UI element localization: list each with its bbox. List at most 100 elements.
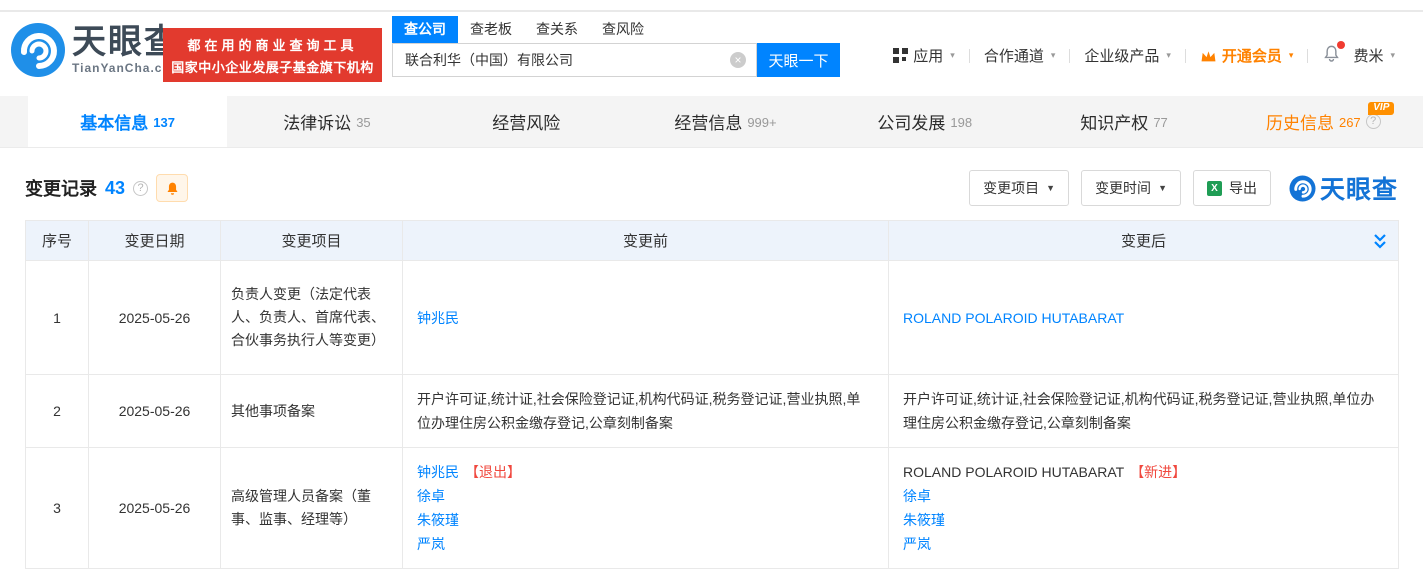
nav-tab-label: 历史信息 bbox=[1266, 109, 1334, 134]
tianyancha-logo[interactable]: 天眼查 TianYanCha.com bbox=[10, 22, 182, 78]
col-header-after: 变更后 bbox=[889, 221, 1399, 261]
cell-no: 3 bbox=[26, 448, 89, 569]
cell-date: 2025-05-26 bbox=[89, 375, 221, 448]
cell-line: 徐卓 bbox=[903, 484, 1384, 508]
chevron-down-icon: ▾ bbox=[950, 50, 955, 61]
search-tab-查风险[interactable]: 查风险 bbox=[590, 16, 656, 43]
nav-tab-公司发展[interactable]: 公司发展 198 bbox=[825, 96, 1024, 147]
status-tag: 【新进】 bbox=[1130, 464, 1186, 480]
search-input[interactable] bbox=[393, 52, 730, 68]
excel-icon: X bbox=[1207, 181, 1222, 196]
cell-line: 朱筱瑾 bbox=[417, 508, 874, 532]
menu-apps[interactable]: 应用 ▾ bbox=[893, 45, 955, 66]
filter-change-time-dropdown[interactable]: 变更时间 ▼ bbox=[1081, 170, 1181, 206]
nav-tab-经营信息[interactable]: 经营信息 999+ bbox=[626, 96, 825, 147]
nav-tab-label: 经营信息 bbox=[674, 109, 742, 134]
clear-icon[interactable]: × bbox=[730, 52, 746, 68]
col-header-before: 变更前 bbox=[403, 221, 889, 261]
bell-icon bbox=[165, 181, 180, 196]
nav-tab-count: 198 bbox=[950, 115, 972, 130]
watermark-logo: 天眼查 bbox=[1289, 170, 1398, 206]
person-link[interactable]: 严岚 bbox=[417, 536, 445, 552]
col-header-no: 序号 bbox=[26, 221, 89, 261]
search-tab-查老板[interactable]: 查老板 bbox=[458, 16, 524, 43]
cell-before: 钟兆民【退出】徐卓朱筱瑾严岚 bbox=[403, 448, 889, 569]
chevron-down-icon: ▾ bbox=[1289, 50, 1294, 61]
chevron-down-icon: ▾ bbox=[1051, 50, 1056, 61]
cell-before: 开户许可证,统计证,社会保险登记证,机构代码证,税务登记证,营业执照,单位办理住… bbox=[403, 375, 889, 448]
notification-bell[interactable] bbox=[1322, 44, 1341, 67]
help-icon[interactable]: ? bbox=[1366, 114, 1381, 129]
collapse-double-chevron-icon[interactable] bbox=[1372, 233, 1388, 250]
cell-line: ROLAND POLAROID HUTABARAT 【新进】 bbox=[903, 460, 1384, 484]
table-header-row: 序号 变更日期 变更项目 变更前 变更后 bbox=[26, 221, 1399, 261]
person-link[interactable]: ROLAND POLAROID HUTABARAT bbox=[903, 310, 1124, 326]
cell-line: 钟兆民【退出】 bbox=[417, 460, 874, 484]
tianyancha-swirl-icon bbox=[10, 22, 66, 78]
menu-partner[interactable]: 合作通道 ▾ bbox=[984, 45, 1056, 66]
nav-tab-经营风险[interactable]: 经营风险 bbox=[427, 96, 626, 147]
cell-date: 2025-05-26 bbox=[89, 261, 221, 375]
help-icon[interactable]: ? bbox=[133, 181, 148, 196]
cell-after: 开户许可证,统计证,社会保险登记证,机构代码证,税务登记证,营业执照,单位办理住… bbox=[889, 375, 1399, 448]
cell-line: 徐卓 bbox=[417, 484, 874, 508]
tianyancha-swirl-icon bbox=[1289, 175, 1316, 202]
person-link[interactable]: 徐卓 bbox=[417, 488, 445, 504]
cell-text: 开户许可证,统计证,社会保险登记证,机构代码证,税务登记证,营业执照,单位办理住… bbox=[417, 391, 860, 431]
nav-tab-历史信息[interactable]: 历史信息267VIP? bbox=[1224, 96, 1423, 147]
subscribe-bell-button[interactable] bbox=[156, 174, 188, 202]
nav-tab-基本信息[interactable]: 基本信息137 bbox=[28, 96, 227, 147]
cell-line: 严岚 bbox=[417, 532, 874, 556]
person-link[interactable]: 严岚 bbox=[903, 536, 931, 552]
nav-tab-label: 公司发展 bbox=[877, 109, 945, 134]
nav-tab-知识产权[interactable]: 知识产权77 bbox=[1024, 96, 1223, 147]
person-link[interactable]: 徐卓 bbox=[903, 488, 931, 504]
nav-tab-count: 999+ bbox=[747, 115, 776, 130]
cell-no: 1 bbox=[26, 261, 89, 375]
watermark-brand-text: 天眼查 bbox=[1320, 170, 1398, 206]
table-row: 12025-05-26负责人变更（法定代表人、负责人、首席代表、合伙事务执行人等… bbox=[26, 261, 1399, 375]
col-header-date: 变更日期 bbox=[89, 221, 221, 261]
chevron-down-icon: ▾ bbox=[1390, 50, 1395, 61]
cell-after: ROLAND POLAROID HUTABARAT bbox=[889, 261, 1399, 375]
menu-vip[interactable]: 开通会员 ▾ bbox=[1200, 45, 1294, 66]
slogan-line2: 国家中小企业发展子基金旗下机构 bbox=[171, 57, 374, 76]
cell-before: 钟兆民 bbox=[403, 261, 889, 375]
search-tabs: 查公司查老板查关系查风险 bbox=[392, 19, 656, 43]
nav-tab-count: 77 bbox=[1153, 115, 1167, 130]
table-row: 22025-05-26其他事项备案开户许可证,统计证,社会保险登记证,机构代码证… bbox=[26, 375, 1399, 448]
chevron-down-icon: ▾ bbox=[1166, 50, 1171, 61]
crown-icon bbox=[1200, 49, 1217, 63]
search-box: × bbox=[392, 43, 757, 77]
search-tab-查关系[interactable]: 查关系 bbox=[524, 16, 590, 43]
menu-user[interactable]: 费米 ▾ bbox=[1353, 45, 1395, 66]
nav-tab-法律诉讼[interactable]: 法律诉讼35 bbox=[227, 96, 426, 147]
filter-change-item-dropdown[interactable]: 变更项目 ▼ bbox=[969, 170, 1069, 206]
cell-date: 2025-05-26 bbox=[89, 448, 221, 569]
export-button[interactable]: X 导出 bbox=[1193, 170, 1271, 206]
slogan-banner: 都在用的商业查询工具 国家中小企业发展子基金旗下机构 bbox=[163, 28, 382, 82]
notification-dot bbox=[1337, 41, 1345, 49]
menu-apps-label: 应用 bbox=[913, 45, 943, 66]
person-link[interactable]: 朱筱瑾 bbox=[417, 512, 459, 528]
person-link[interactable]: 钟兆民 bbox=[417, 464, 459, 480]
cell-text: ROLAND POLAROID HUTABARAT bbox=[903, 464, 1124, 480]
status-tag: 【退出】 bbox=[465, 464, 521, 480]
menu-enterprise[interactable]: 企业级产品 ▾ bbox=[1084, 45, 1171, 66]
menu-enterprise-label: 企业级产品 bbox=[1084, 45, 1159, 66]
cell-line: 朱筱瑾 bbox=[903, 508, 1384, 532]
change-record-header: 变更记录 43 ? 变更项目 ▼ 变更时间 ▼ X 导出 bbox=[25, 170, 1398, 206]
nav-tab-count: 267 bbox=[1339, 115, 1361, 130]
dropdown-triangle-icon: ▼ bbox=[1158, 183, 1167, 193]
search-tab-查公司[interactable]: 查公司 bbox=[392, 16, 458, 43]
cell-change-item: 高级管理人员备案（董事、监事、经理等） bbox=[221, 448, 403, 569]
menu-vip-label: 开通会员 bbox=[1222, 45, 1282, 66]
nav-tab-count: 137 bbox=[153, 115, 175, 130]
cell-line: 开户许可证,统计证,社会保险登记证,机构代码证,税务登记证,营业执照,单位办理住… bbox=[903, 387, 1384, 435]
person-link[interactable]: 朱筱瑾 bbox=[903, 512, 945, 528]
change-record-table: 序号 变更日期 变更项目 变更前 变更后 12025-05-26负责人变更（法定… bbox=[25, 220, 1398, 569]
person-link[interactable]: 钟兆民 bbox=[417, 310, 459, 326]
menu-separator bbox=[969, 49, 970, 63]
search-button[interactable]: 天眼一下 bbox=[757, 43, 840, 77]
cell-line: ROLAND POLAROID HUTABARAT bbox=[903, 306, 1384, 330]
